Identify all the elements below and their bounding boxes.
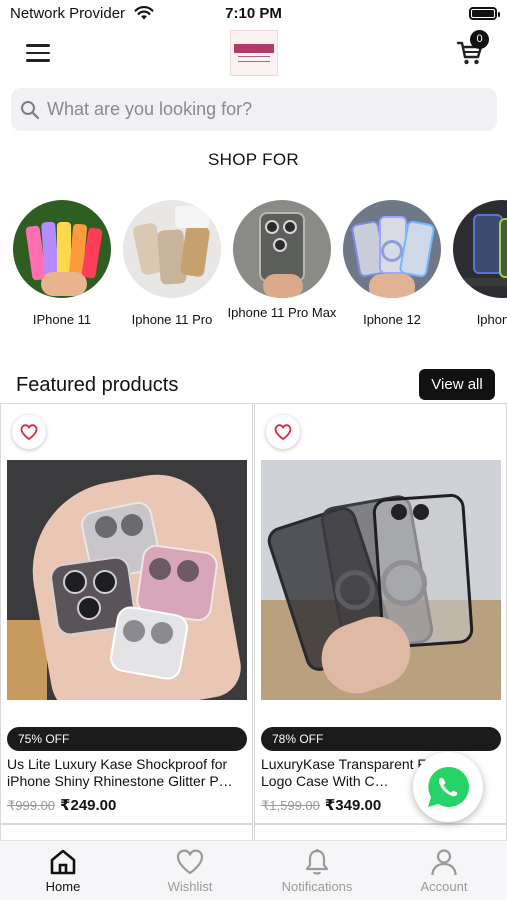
price-row: ₹1,599.00 ₹349.00 bbox=[261, 796, 381, 814]
tab-label: Home bbox=[45, 879, 81, 894]
clock: 7:10 PM bbox=[225, 5, 282, 22]
tab-label: Account bbox=[420, 879, 468, 894]
store-logo[interactable] bbox=[230, 30, 278, 76]
status-bar: Network Provider 7:10 PM bbox=[0, 0, 507, 28]
original-price: ₹1,599.00 bbox=[261, 798, 320, 813]
sale-price: ₹349.00 bbox=[324, 797, 382, 814]
category-image bbox=[453, 200, 507, 298]
tab-wishlist[interactable]: Wishlist bbox=[127, 841, 253, 900]
search-icon bbox=[21, 100, 40, 119]
hamburger-icon[interactable] bbox=[26, 44, 50, 62]
product-image[interactable] bbox=[7, 460, 247, 700]
search-input[interactable]: What are you looking for? bbox=[47, 99, 252, 120]
wishlist-button[interactable] bbox=[266, 415, 300, 449]
category-label: IPhone 11 bbox=[32, 312, 92, 327]
category-label: Iphone 1 bbox=[476, 312, 507, 327]
category-item[interactable]: Iphone 11 Pro Max bbox=[222, 200, 342, 321]
sale-price: ₹249.00 bbox=[60, 797, 117, 814]
search-bar[interactable]: What are you looking for? bbox=[11, 88, 497, 131]
heart-icon bbox=[176, 849, 204, 875]
category-item[interactable]: IPhone 11 bbox=[2, 200, 122, 328]
category-item[interactable]: Iphone 1 bbox=[442, 200, 507, 328]
shop-for-heading: SHOP FOR bbox=[208, 150, 299, 169]
cart-count-badge: 0 bbox=[470, 30, 489, 49]
heart-icon bbox=[274, 424, 292, 440]
original-price: ₹999.00 bbox=[7, 798, 56, 813]
whatsapp-chat-button[interactable] bbox=[413, 752, 483, 822]
category-image bbox=[123, 200, 221, 298]
user-icon bbox=[431, 849, 457, 876]
home-icon bbox=[50, 849, 76, 875]
tab-account[interactable]: Account bbox=[381, 841, 507, 900]
bell-icon bbox=[305, 849, 329, 875]
view-all-button[interactable]: View all bbox=[419, 369, 495, 400]
product-image[interactable] bbox=[261, 460, 501, 700]
category-label: Iphone 12 bbox=[363, 312, 421, 327]
whatsapp-icon bbox=[428, 766, 469, 807]
tab-home[interactable]: Home bbox=[0, 841, 126, 900]
price-row: ₹999.00 ₹249.00 bbox=[7, 796, 116, 814]
heart-icon bbox=[20, 424, 38, 440]
product-card[interactable]: 75% OFF Us Lite Luxury Kase Shockproof f… bbox=[0, 403, 253, 824]
category-image bbox=[233, 200, 331, 298]
discount-badge: 75% OFF bbox=[7, 727, 247, 751]
category-item[interactable]: Iphone 11 Pro bbox=[112, 200, 232, 328]
category-carousel[interactable]: IPhone 11 Iphone 11 Pro Iphone 11 Pro Ma… bbox=[0, 200, 507, 350]
battery-icon bbox=[469, 7, 500, 20]
tab-notifications[interactable]: Notifications bbox=[254, 841, 380, 900]
tab-label: Wishlist bbox=[167, 879, 213, 894]
bottom-tab-bar: Home Wishlist Notifications Account bbox=[0, 840, 507, 900]
discount-badge: 78% OFF bbox=[261, 727, 501, 751]
category-image bbox=[13, 200, 111, 298]
category-item[interactable]: Iphone 12 bbox=[332, 200, 452, 328]
app-header: 0 bbox=[0, 28, 507, 80]
tab-label: Notifications bbox=[281, 879, 353, 894]
wishlist-button[interactable] bbox=[12, 415, 46, 449]
product-title[interactable]: Us Lite Luxury Kase Shockproof for iPhon… bbox=[7, 756, 247, 790]
category-label: Iphone 11 Pro bbox=[131, 312, 213, 327]
category-image bbox=[343, 200, 441, 298]
featured-products-heading: Featured products bbox=[16, 374, 179, 396]
category-label: Iphone 11 Pro Max bbox=[227, 305, 337, 320]
